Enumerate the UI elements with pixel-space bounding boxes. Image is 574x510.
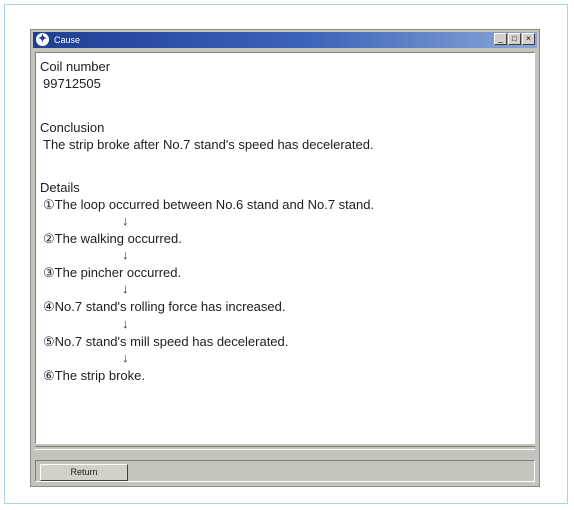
coil-number-label: Coil number (40, 59, 111, 74)
conclusion-text: The strip broke after No.7 stand's speed… (43, 137, 374, 152)
detail-step-3: ③The pincher occurred. (43, 265, 182, 280)
conclusion-label: Conclusion (40, 120, 105, 135)
detail-step-5: ⑤No.7 stand's mill speed has decelerated… (43, 334, 289, 349)
detail-step-1: ①The loop occurred between No.6 stand an… (43, 197, 375, 212)
app-icon: ✦ (36, 33, 49, 46)
details-label: Details (40, 180, 80, 195)
down-arrow-icon: ↓ (122, 247, 129, 262)
maximize-icon[interactable]: □ (508, 33, 521, 45)
coil-number-value: 99712505 (43, 76, 101, 91)
down-arrow-icon: ↓ (122, 281, 129, 296)
detail-step-4: ④No.7 stand's rolling force has increase… (43, 299, 286, 314)
return-button[interactable]: Return (40, 464, 128, 481)
down-arrow-icon: ↓ (122, 350, 129, 365)
divider (35, 446, 535, 450)
detail-step-6: ⑥The strip broke. (43, 368, 145, 383)
title-bar[interactable]: ✦ Cause _ □ × (33, 32, 537, 48)
close-icon[interactable]: × (522, 33, 535, 45)
down-arrow-icon: ↓ (122, 316, 129, 331)
button-bar: Return (35, 460, 535, 482)
window-controls: _ □ × (494, 33, 535, 45)
minimize-icon[interactable]: _ (494, 33, 507, 45)
figure-frame: ✦ Cause _ □ × Coil number 99712505 Concl… (4, 4, 568, 504)
down-arrow-icon: ↓ (122, 213, 129, 228)
cause-text-area[interactable]: Coil number 99712505 Conclusion The stri… (35, 52, 535, 444)
window-title: Cause (54, 35, 81, 45)
detail-step-2: ②The walking occurred. (43, 231, 182, 246)
cause-window: ✦ Cause _ □ × Coil number 99712505 Concl… (30, 29, 540, 487)
